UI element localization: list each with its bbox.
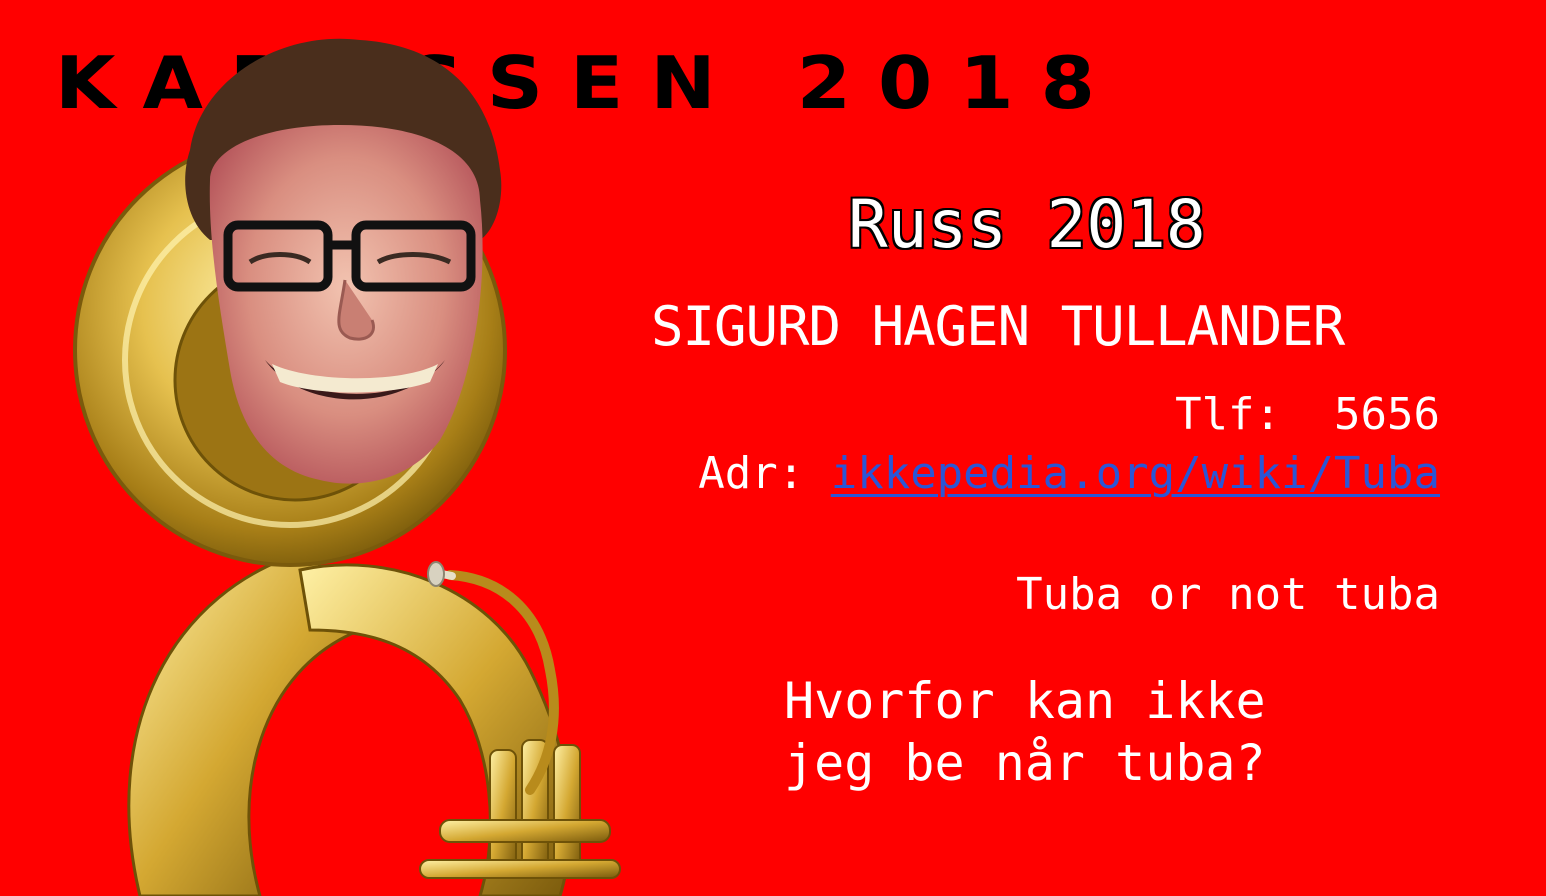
question-line-1: Hvorfor kan ikke <box>784 672 1266 730</box>
card-title: Russ 2018 <box>847 186 1207 263</box>
phone-label: Tlf: <box>1175 389 1282 440</box>
russ-card: KARUSSEN 2018 Russ 2018 SIGURD HAGEN TUL… <box>0 0 1546 896</box>
address-row: Adr: ikkepedia.org/wiki/Tuba <box>698 452 1440 496</box>
holder-name: SIGURD HAGEN TULLANDER <box>651 295 1345 358</box>
question-text: Hvorfor kan ikke jeg be når tuba? <box>784 670 1266 794</box>
phone-value: 5656 <box>1334 389 1440 440</box>
address-link[interactable]: ikkepedia.org/wiki/Tuba <box>831 448 1440 499</box>
sousaphone-portrait <box>73 38 621 896</box>
address-label: Adr: <box>698 448 805 499</box>
tagline: Tuba or not tuba <box>1016 569 1440 620</box>
question-line-2: jeg be når tuba? <box>784 734 1266 792</box>
phone-row: Tlf: 5656 <box>1175 393 1440 437</box>
